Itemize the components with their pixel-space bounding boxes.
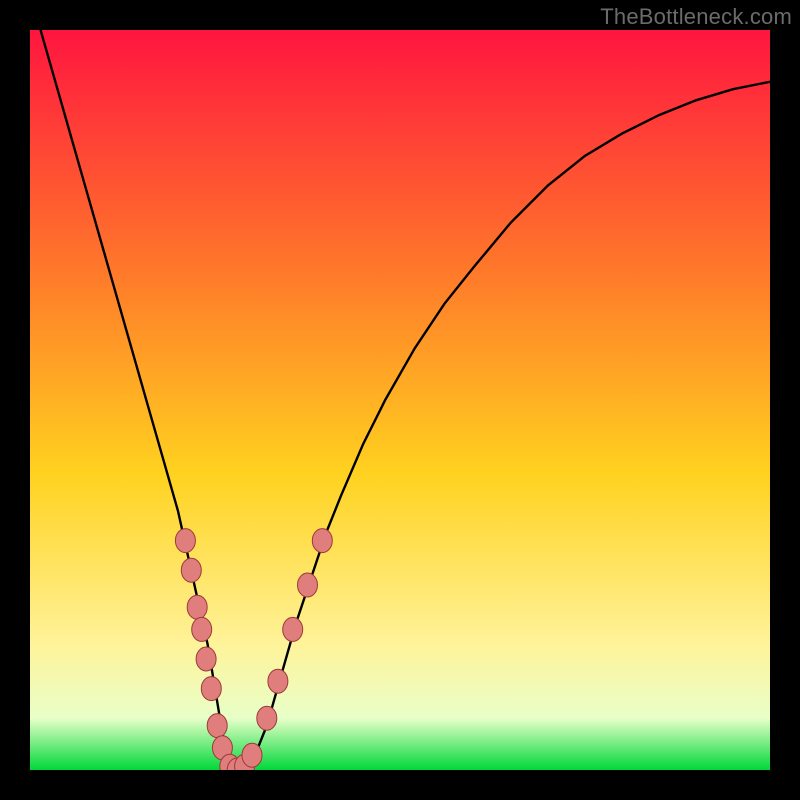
curve-marker [187,595,207,619]
curve-marker [181,558,201,582]
plot-area [30,30,770,770]
curve-marker [201,677,221,701]
curve-marker [298,573,318,597]
curve-marker [268,669,288,693]
curve-marker [312,529,332,553]
curve-marker [175,529,195,553]
watermark-text: TheBottleneck.com [600,4,792,30]
chart-frame: TheBottleneck.com [0,0,800,800]
curve-marker [192,617,212,641]
chart-svg [30,30,770,770]
curve-marker [196,647,216,671]
curve-marker [257,706,277,730]
curve-marker [242,743,262,767]
gradient-background [30,30,770,770]
curve-marker [207,714,227,738]
curve-marker [283,617,303,641]
